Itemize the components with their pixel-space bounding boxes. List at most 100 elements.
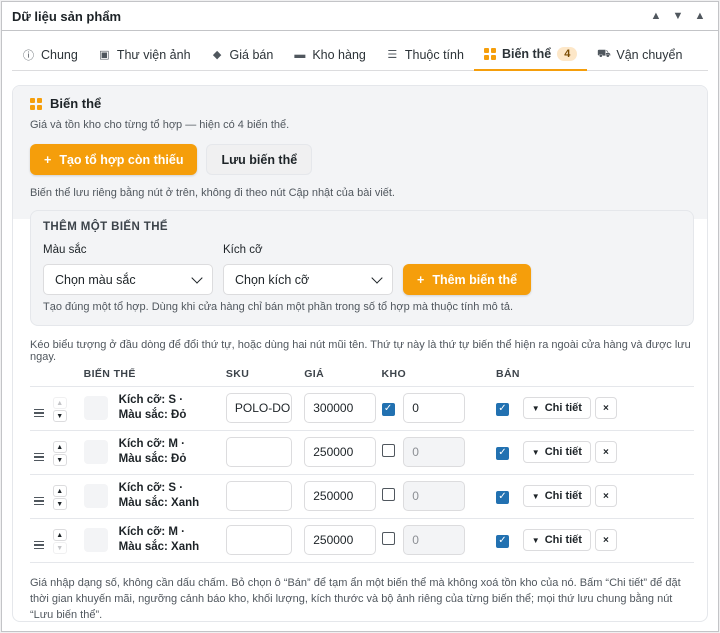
move-down-button[interactable]: ▼	[52, 498, 67, 511]
color-label: Màu sắc	[43, 244, 87, 256]
chevron-down-icon: ▼	[531, 491, 540, 501]
color-select[interactable]: Chọn màu sắc	[43, 264, 213, 295]
sell-checkbox[interactable]: ✓	[495, 402, 509, 416]
size-label: Kích cỡ	[223, 244, 263, 256]
price-input[interactable]: 250000	[304, 437, 377, 467]
price-tag-icon: ◆	[212, 49, 222, 61]
grid-icon	[483, 48, 496, 60]
remove-variant-button[interactable]: ×	[594, 397, 617, 419]
car-icon: ⛟	[596, 47, 611, 60]
list-icon: ☰	[387, 49, 398, 61]
detail-button[interactable]: ▼ Chi tiết	[522, 441, 591, 463]
tab-gallery[interactable]: ▣ Thư viện ảnh	[88, 39, 201, 70]
table-row: ▲ ▼ Kích cỡ: M · Màu sắc: Đỏ 250000 0 ✓ ▼ Chi t…	[30, 430, 694, 475]
stock-input[interactable]: 0	[403, 393, 466, 423]
col-stock: KHO	[381, 363, 496, 387]
col-sell: BÁN	[495, 363, 694, 387]
sku-input[interactable]	[225, 525, 292, 555]
detail-button[interactable]: ▼ Chi tiết	[522, 485, 591, 507]
save-note: Biến thể lưu riêng bằng nút ở trên, khôn…	[30, 187, 395, 199]
gallery-icon: ▣	[99, 49, 110, 61]
sell-checkbox[interactable]: ✓	[495, 446, 509, 460]
remove-variant-button[interactable]: ×	[594, 485, 617, 507]
stock-input[interactable]: 0	[403, 481, 466, 511]
col-sku: SKU	[225, 363, 305, 387]
chevron-down-icon: ▼	[531, 403, 540, 413]
detail-button[interactable]: ▼ Chi tiết	[522, 529, 591, 551]
stock-input[interactable]: 0	[403, 437, 466, 467]
variant-image[interactable]	[83, 440, 108, 464]
metabox-title: Dữ liệu sản phẩm	[12, 8, 122, 24]
tab-shipping[interactable]: ⛟ Vận chuyển	[587, 39, 692, 70]
manage-stock-checkbox[interactable]	[381, 444, 395, 457]
move-down-button[interactable]: ▼	[52, 454, 67, 467]
table-row: ▲ ▼ Kích cỡ: M · Màu sắc: Xanh 250000 0 ✓ ▼ Chi…	[30, 518, 694, 563]
add-variation-box: THÊM MỘT BIẾN THỂ Màu sắc Chọn màu sắc K…	[30, 210, 694, 326]
sku-input[interactable]: POLO-DO	[225, 393, 292, 423]
variant-image[interactable]	[83, 528, 108, 552]
table-row: ▲ ▼ Kích cỡ: S · Màu sắc: Xanh 250000 0 ✓ ▼ Chi…	[30, 474, 694, 519]
tab-price[interactable]: ◆ Giá bán	[201, 39, 284, 70]
add-variation-note: Tạo đúng một tổ hợp. Dùng khi cửa hàng c…	[43, 301, 514, 313]
variant-image[interactable]	[83, 396, 108, 420]
collapse-icon[interactable]: ▲	[692, 8, 708, 24]
variations-panel: Biến thể Giá và tồn kho cho từng tổ hợp …	[12, 85, 708, 622]
move-up-icon[interactable]: ▲	[648, 8, 664, 24]
add-variation-button[interactable]: + Thêm biến thể	[403, 264, 532, 295]
table-row: ▲ ▼ Kích cỡ: S · Màu sắc: Đỏ POLO-DO 300000 ✓…	[30, 386, 694, 431]
move-up-button[interactable]: ▲	[52, 485, 67, 498]
sell-checkbox[interactable]: ✓	[495, 534, 509, 548]
drag-handle-icon[interactable]	[34, 496, 48, 505]
save-variations-button[interactable]: Lưu biến thể	[206, 144, 313, 175]
drag-handle-icon[interactable]	[34, 540, 48, 549]
move-up-button[interactable]: ▲	[52, 441, 67, 454]
col-price: GIÁ	[304, 363, 382, 387]
footer-note: Giá nhập dạng số, không cần dấu chấm. Bỏ…	[30, 577, 681, 621]
size-select[interactable]: Chọn kích cỡ	[223, 264, 393, 295]
drag-note: Kéo biểu tượng ở đầu dòng để đổi thứ tự,…	[30, 339, 691, 363]
chevron-down-icon: ▼	[531, 447, 540, 457]
variant-name: Kích cỡ: S · Màu sắc: Đỏ	[118, 394, 187, 421]
tab-variations[interactable]: Biến thể 4	[473, 39, 588, 71]
tab-attributes[interactable]: ☰ Thuộc tính	[376, 39, 474, 70]
manage-stock-checkbox[interactable]: ✓	[381, 402, 395, 416]
detail-button[interactable]: ▼ Chi tiết	[522, 397, 591, 419]
move-down-button[interactable]: ▼	[52, 410, 67, 423]
panel-description: Giá và tồn kho cho từng tổ hợp — hiện có…	[30, 119, 290, 131]
move-down-button[interactable]: ▼	[52, 542, 67, 555]
sku-input[interactable]	[225, 437, 292, 467]
move-up-button[interactable]: ▲	[52, 529, 67, 542]
manage-stock-checkbox[interactable]	[381, 488, 395, 501]
plus-icon: +	[44, 152, 52, 167]
panel-title: Biến thể	[50, 96, 102, 111]
tab-general[interactable]: ⓘ Chung	[12, 39, 88, 70]
tab-bar: ⓘ Chung ▣ Thư viện ảnh ◆ Giá bán ▬ Kho hàng …	[12, 39, 708, 71]
remove-variant-button[interactable]: ×	[594, 441, 617, 463]
create-missing-button[interactable]: + Tạo tổ hợp còn thiếu	[30, 144, 198, 175]
grid-icon	[30, 97, 42, 110]
metabox-header: Dữ liệu sản phẩm ▲ ▼ ▲	[2, 2, 718, 31]
plus-icon: +	[417, 272, 425, 287]
drag-handle-icon[interactable]	[34, 408, 48, 417]
move-up-button[interactable]: ▲	[52, 397, 67, 410]
drag-handle-icon[interactable]	[34, 452, 48, 461]
add-variation-title: THÊM MỘT BIẾN THỂ	[43, 221, 168, 233]
inventory-icon: ▬	[294, 48, 306, 61]
price-input[interactable]: 300000	[304, 393, 377, 423]
stock-input[interactable]: 0	[403, 525, 466, 555]
price-input[interactable]: 250000	[304, 525, 377, 555]
col-variant: BIẾN THỂ	[83, 363, 226, 387]
product-data-metabox: Dữ liệu sản phẩm ▲ ▼ ▲ ⓘ Chung ▣ Thư viện …	[1, 1, 719, 632]
remove-variant-button[interactable]: ×	[594, 529, 617, 551]
variations-table: BIẾN THỂ SKU GIÁ KHO BÁN ▲ ▼ Kích cỡ: S · …	[30, 363, 694, 563]
sku-input[interactable]	[225, 481, 292, 511]
move-down-icon[interactable]: ▼	[670, 8, 686, 24]
variant-name: Kích cỡ: M · Màu sắc: Xanh	[118, 526, 200, 553]
tab-inventory[interactable]: ▬ Kho hàng	[283, 39, 376, 70]
variant-name: Kích cỡ: M · Màu sắc: Đỏ	[118, 438, 187, 465]
price-input[interactable]: 250000	[304, 481, 377, 511]
manage-stock-checkbox[interactable]	[381, 532, 395, 545]
variation-count-badge: 4	[557, 47, 578, 61]
variant-image[interactable]	[83, 484, 108, 508]
sell-checkbox[interactable]: ✓	[495, 490, 509, 504]
